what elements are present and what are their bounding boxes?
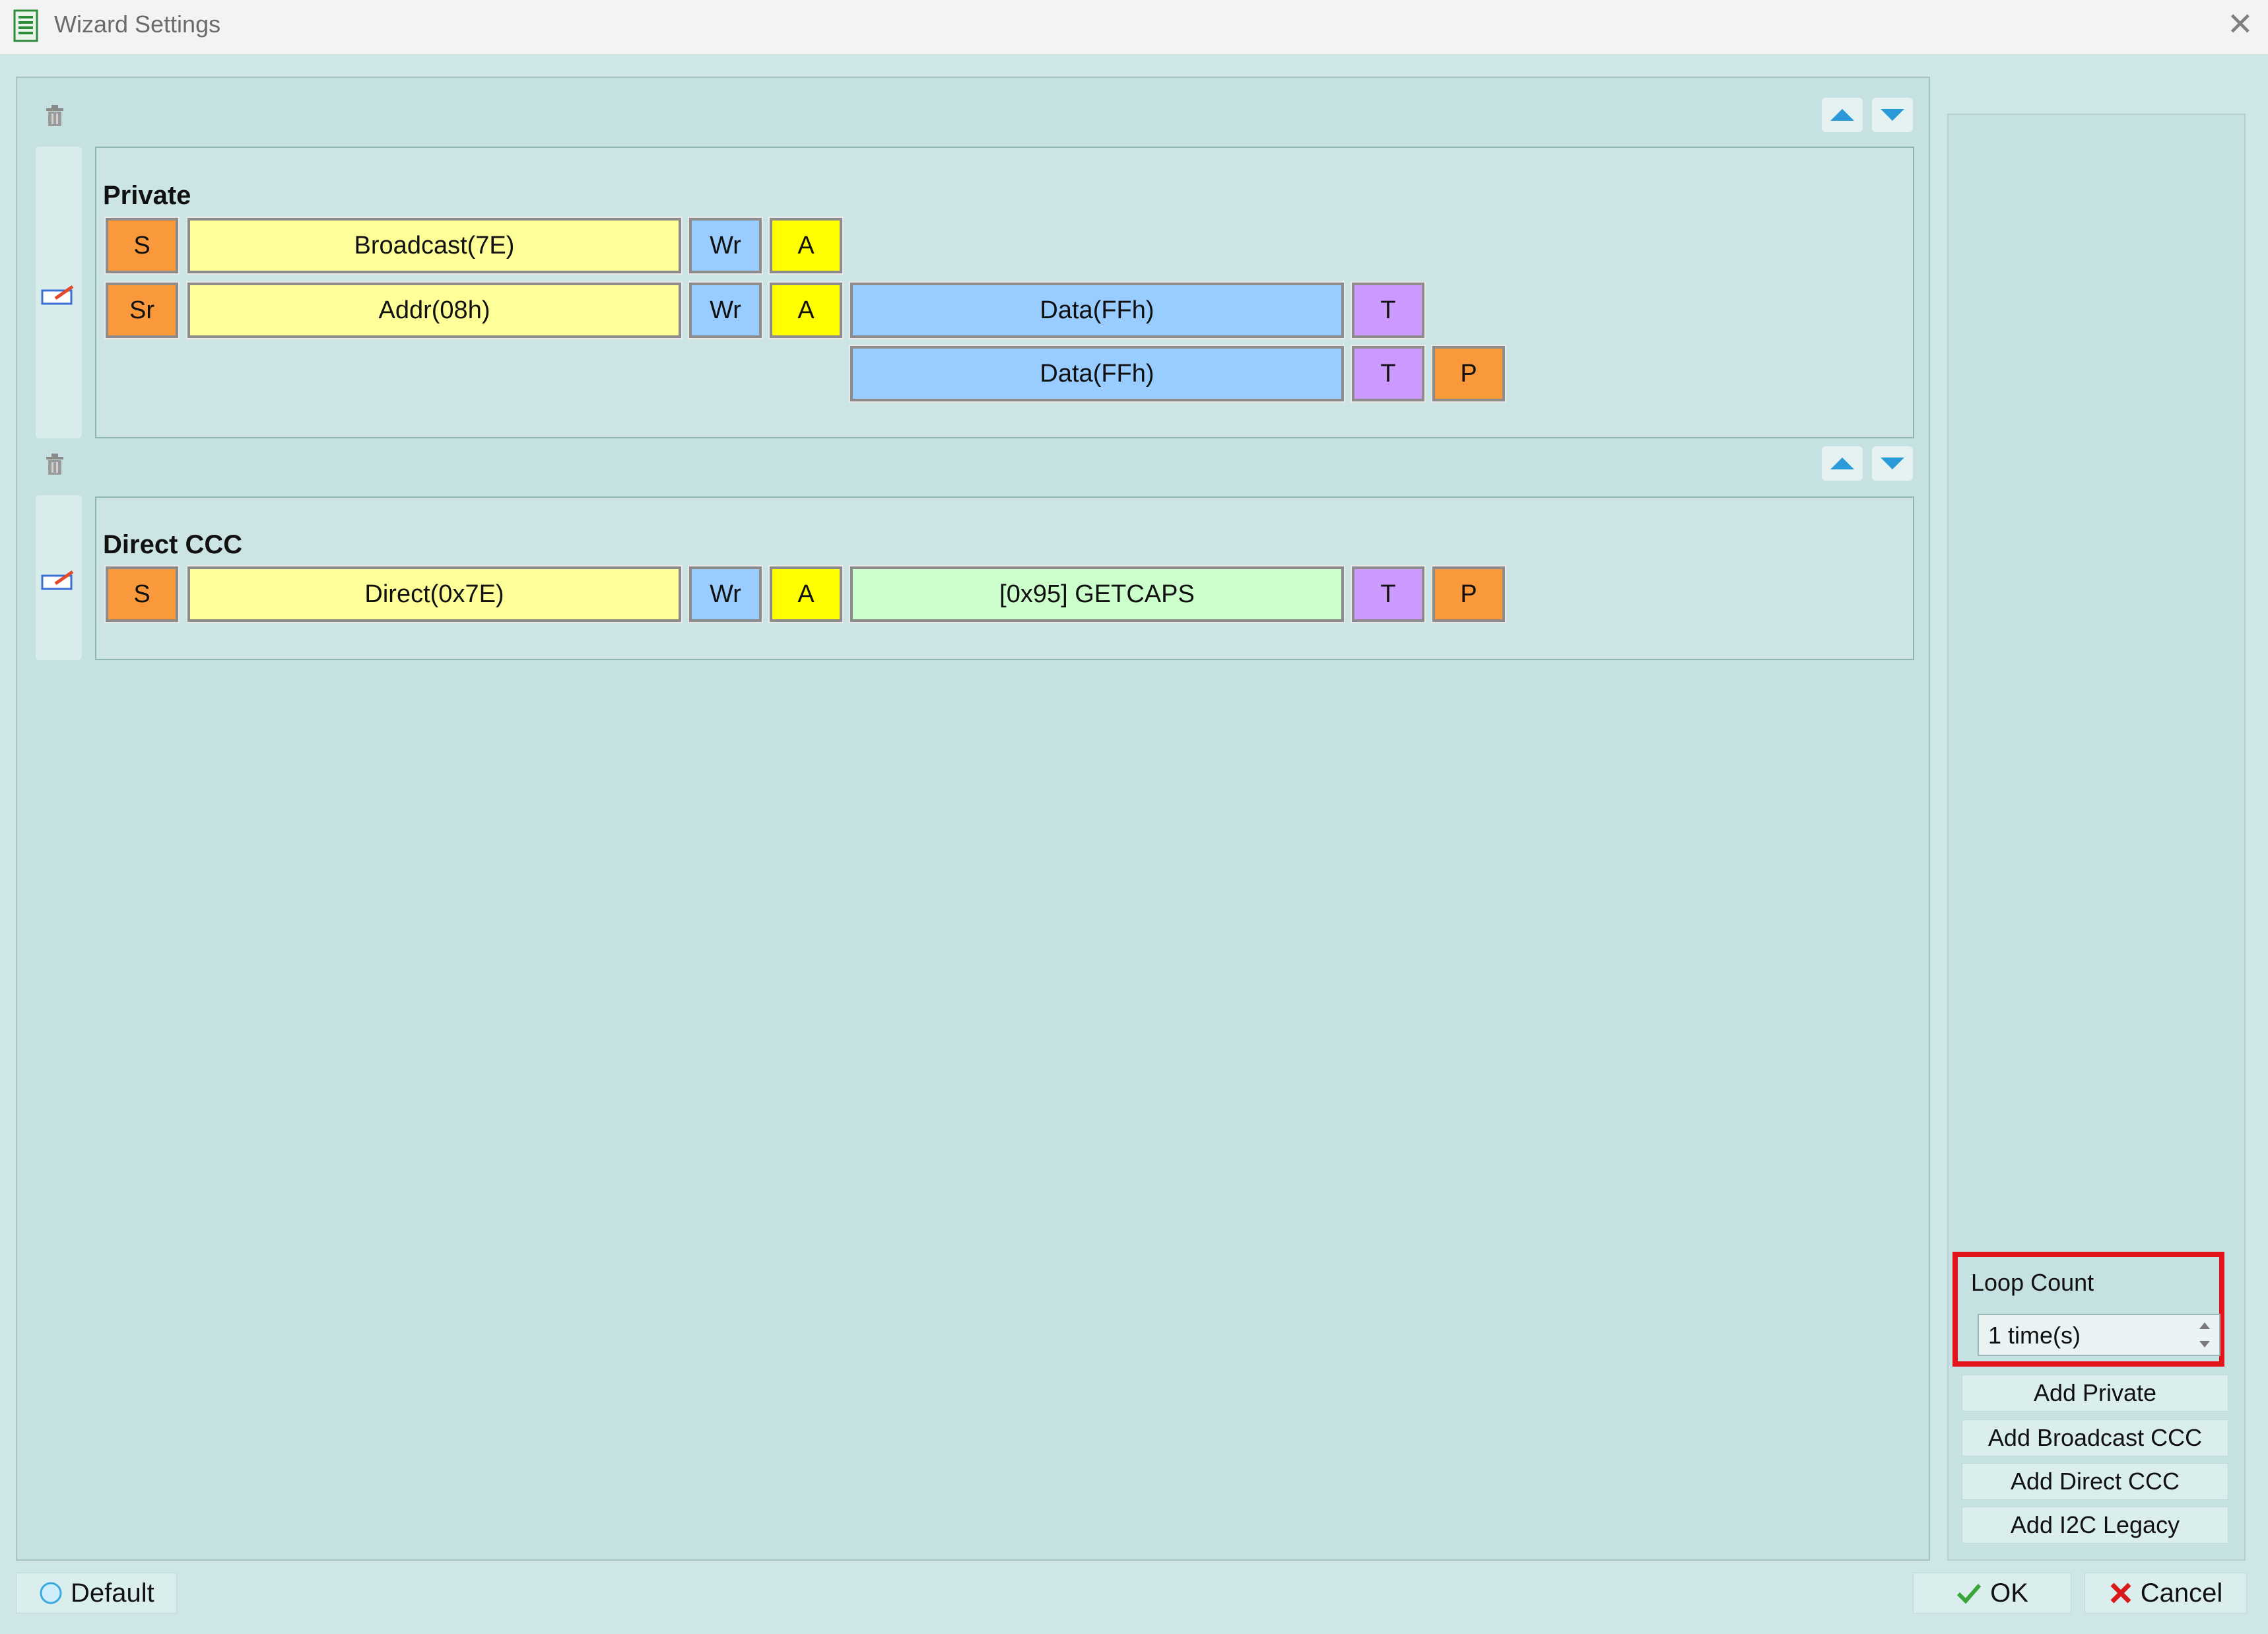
add-direct-ccc-button[interactable]: Add Direct CCC [1962, 1463, 2228, 1500]
write-cell[interactable]: Wr [688, 217, 763, 275]
x-icon [2110, 1583, 2131, 1604]
triangle-down-icon [1881, 458, 1904, 469]
t-bit-cell[interactable]: T [1351, 345, 1426, 403]
t-bit-cell[interactable]: T [1351, 565, 1426, 623]
add-private-button[interactable]: Add Private [1962, 1375, 2228, 1412]
add-i2c-legacy-button[interactable]: Add I2C Legacy [1962, 1507, 2228, 1544]
start-cell[interactable]: S [104, 565, 180, 623]
write-cell[interactable]: Wr [688, 565, 763, 623]
data-cell[interactable]: Data(FFh) [849, 281, 1345, 339]
loop-count-group: Loop Count 1 time(s) [1952, 1252, 2224, 1367]
stop-cell[interactable]: P [1431, 565, 1506, 623]
data-cell[interactable]: Data(FFh) [849, 345, 1345, 403]
block-title: Private [103, 181, 191, 210]
close-icon[interactable]: ✕ [2227, 5, 2253, 45]
cancel-button[interactable]: Cancel [2085, 1573, 2247, 1614]
document-icon [13, 9, 38, 42]
checkmark-icon [1956, 1584, 1982, 1604]
move-up-button[interactable] [1822, 98, 1863, 132]
ccc-command-cell[interactable]: [0x95] GETCAPS [849, 565, 1345, 623]
ok-label: OK [1990, 1578, 2028, 1608]
default-label: Default [71, 1578, 154, 1608]
default-button[interactable]: Default [16, 1573, 177, 1614]
loop-count-value: 1 time(s) [1988, 1322, 2081, 1349]
repeated-start-cell[interactable]: Sr [104, 281, 180, 339]
start-cell[interactable]: S [104, 217, 180, 275]
add-broadcast-ccc-button[interactable]: Add Broadcast CCC [1962, 1419, 2228, 1456]
address-cell[interactable]: Broadcast(7E) [186, 217, 683, 275]
write-cell[interactable]: Wr [688, 281, 763, 339]
triangle-down-icon [1881, 109, 1904, 121]
cancel-label: Cancel [2140, 1578, 2223, 1608]
triangle-up-icon [1830, 458, 1854, 469]
t-bit-cell[interactable]: T [1351, 281, 1426, 339]
block-title: Direct CCC [103, 530, 243, 559]
ack-cell[interactable]: A [768, 565, 844, 623]
ack-cell[interactable]: A [768, 217, 844, 275]
window-title: Wizard Settings [54, 11, 221, 38]
loop-count-label: Loop Count [1971, 1269, 2094, 1296]
move-down-button[interactable] [1872, 98, 1913, 132]
title-bar: Wizard Settings ✕ [0, 0, 2268, 55]
ack-cell[interactable]: A [768, 281, 844, 339]
trash-icon[interactable] [44, 452, 66, 477]
spin-down-icon[interactable] [2194, 1336, 2215, 1353]
edit-icon[interactable] [41, 569, 75, 592]
loop-count-spinner[interactable]: 1 time(s) [1978, 1314, 2220, 1356]
stop-cell[interactable]: P [1431, 345, 1506, 403]
move-down-button[interactable] [1872, 446, 1913, 481]
address-cell[interactable]: Direct(0x7E) [186, 565, 683, 623]
trash-icon[interactable] [44, 103, 66, 128]
ok-button[interactable]: OK [1913, 1573, 2071, 1614]
edit-icon[interactable] [41, 284, 75, 306]
triangle-up-icon [1830, 109, 1854, 121]
address-cell[interactable]: Addr(08h) [186, 281, 683, 339]
spin-up-icon[interactable] [2194, 1317, 2215, 1334]
move-up-button[interactable] [1822, 446, 1863, 481]
radio-icon [40, 1582, 62, 1604]
